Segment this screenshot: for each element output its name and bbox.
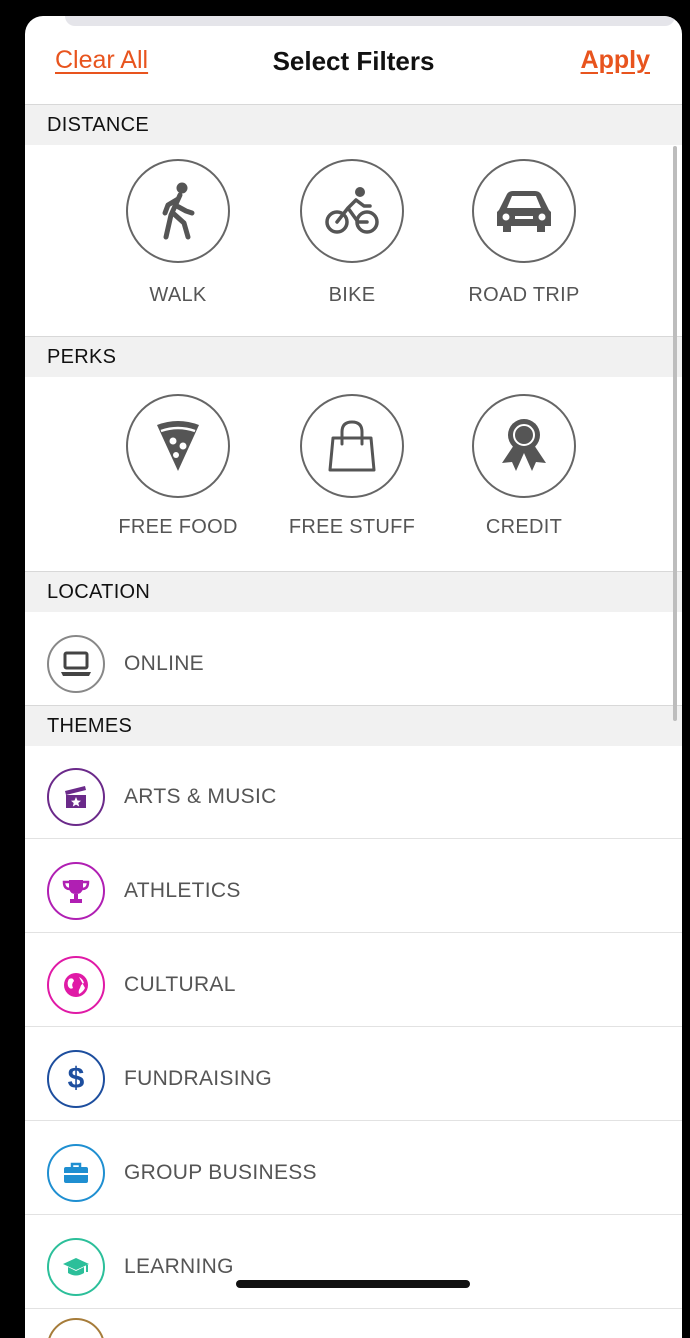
perk-option-label: FREE FOOD	[118, 516, 238, 538]
theme-option-label: LEARNING	[124, 1255, 234, 1278]
section-header-themes: THEMES	[25, 705, 682, 746]
trophy-icon	[47, 862, 105, 920]
distance-option-label: BIKE	[328, 284, 376, 306]
theme-option-group-business[interactable]: GROUP BUSINESS	[25, 1121, 682, 1215]
pizza-icon	[126, 394, 230, 498]
globe-icon	[47, 956, 105, 1014]
theme-option-label: ARTS & MUSIC	[124, 785, 277, 808]
theme-option-partial-icon	[47, 1318, 105, 1338]
distance-option-label: ROAD TRIP	[468, 284, 580, 306]
section-header-perks: PERKS	[25, 336, 682, 377]
walk-icon	[126, 159, 230, 263]
theme-option-label: CULTURAL	[124, 973, 236, 996]
section-header-location: LOCATION	[25, 571, 682, 612]
location-option-label: ONLINE	[124, 652, 204, 675]
dollar-icon: $	[47, 1050, 105, 1108]
shopping-bag-icon	[300, 394, 404, 498]
theme-option-athletics[interactable]: ATHLETICS	[25, 839, 682, 933]
nav-bar: Clear All Select Filters Apply	[25, 16, 682, 104]
theme-option-cultural[interactable]: CULTURAL	[25, 933, 682, 1027]
graduation-cap-icon	[47, 1238, 105, 1296]
theme-option-label: FUNDRAISING	[124, 1067, 272, 1090]
filter-sheet: Clear All Select Filters Apply DISTANCE …	[25, 16, 682, 1338]
theme-option-learning[interactable]: LEARNING	[25, 1215, 682, 1309]
film-clapper-icon	[47, 768, 105, 826]
section-header-distance: DISTANCE	[25, 104, 682, 145]
home-indicator[interactable]	[236, 1280, 470, 1288]
theme-option-label: GROUP BUSINESS	[124, 1161, 317, 1184]
bike-icon	[300, 159, 404, 263]
scrollbar[interactable]	[673, 146, 677, 721]
theme-option-arts-music[interactable]: ARTS & MUSIC	[25, 745, 682, 839]
laptop-icon	[47, 635, 105, 693]
theme-option-label: ATHLETICS	[124, 879, 241, 902]
location-option-online[interactable]: ONLINE	[25, 612, 682, 706]
perk-option-label: FREE STUFF	[288, 516, 416, 538]
briefcase-icon	[47, 1144, 105, 1202]
award-ribbon-icon	[472, 394, 576, 498]
car-icon	[472, 159, 576, 263]
apply-button[interactable]: Apply	[581, 46, 650, 75]
theme-option-fundraising[interactable]: $ FUNDRAISING	[25, 1027, 682, 1121]
perk-option-label: CREDIT	[485, 516, 563, 538]
distance-option-label: WALK	[149, 284, 207, 306]
